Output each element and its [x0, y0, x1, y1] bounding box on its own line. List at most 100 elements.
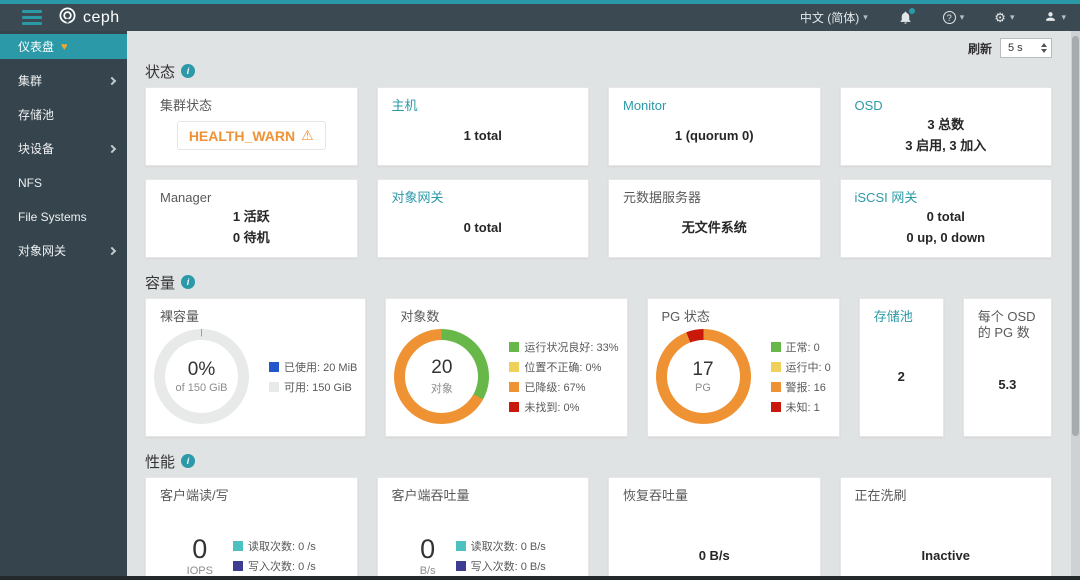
card-value: 无文件系统: [681, 219, 747, 235]
language-menu[interactable]: 中文 (简体) ▾: [800, 9, 868, 26]
section-title: 性能: [145, 453, 176, 471]
legend-label: 写入次数: 0 B/s: [470, 561, 546, 574]
monitor-card: Monitor 1 (quorum 0): [608, 87, 821, 166]
refresh-interval-select[interactable]: 5 s: [1000, 38, 1052, 58]
ceph-brand[interactable]: ceph: [58, 6, 120, 30]
card-title: 恢复吞吐量: [623, 488, 689, 503]
user-menu[interactable]: ▾: [1044, 10, 1066, 26]
warning-icon: ⚠: [301, 127, 314, 144]
sidebar-item-label: NFS: [18, 175, 42, 190]
sidebar-item-filesystems[interactable]: File Systems: [0, 204, 127, 229]
legend-swatch: [770, 361, 781, 372]
legend-label: 读取次数: 0 /s: [247, 541, 316, 554]
vertical-scrollbar[interactable]: [1071, 31, 1080, 576]
card-value: 0 total: [926, 209, 965, 225]
card-title: Manager: [160, 190, 212, 205]
legend-label: 位置不正确: 0%: [524, 361, 602, 374]
health-status-badge[interactable]: HEALTH_WARN ⚠: [176, 121, 326, 151]
donut-value: 0%: [187, 359, 216, 381]
monitor-link[interactable]: Monitor: [609, 88, 820, 114]
osd-link[interactable]: OSD: [841, 88, 1052, 114]
legend-label: 未找到: 0%: [524, 401, 580, 414]
help-menu[interactable]: ? ▾: [942, 11, 965, 24]
sidebar-item-cluster[interactable]: 集群: [0, 68, 127, 93]
status-section-header: 状态 i: [145, 61, 1052, 81]
health-status-text: HEALTH_WARN: [188, 127, 296, 144]
info-icon[interactable]: i: [181, 275, 196, 289]
info-icon[interactable]: i: [181, 64, 196, 78]
client-read-write-card: 客户端读/写 0 IOPS 读取次数: 0 /s 写入次数: 0 /s: [145, 477, 358, 580]
sidebar-item-object-gateway[interactable]: 对象网关: [0, 238, 127, 263]
card-value: 0 up, 0 down: [906, 229, 986, 245]
legend: 已使用: 20 MiB 可用: 150 GiB: [269, 359, 357, 395]
legend-label: 运行中: 0: [785, 361, 831, 374]
bell-icon: [898, 8, 915, 25]
legend-label: 警报: 16: [785, 381, 826, 394]
legend: 运行状况良好: 33% 位置不正确: 0% 已降级: 67% 未找到: 0%: [509, 339, 619, 415]
cluster-status-card: 集群状态 HEALTH_WARN ⚠: [145, 87, 358, 166]
card-value: 2: [897, 368, 905, 384]
legend-label: 正常: 0: [785, 341, 820, 354]
card-value: 5.3: [998, 376, 1017, 392]
donut-sublabel: 对象: [430, 383, 453, 396]
card-value: 3 总数: [927, 117, 965, 133]
card-value: Inactive: [921, 548, 970, 564]
client-throughput-card: 客户端吞吐量 0 B/s 读取次数: 0 B/s 写入次数: 0 B/s: [376, 477, 589, 580]
sidebar-item-pools[interactable]: 存储池: [0, 102, 127, 127]
card-title: 客户端吞吐量: [391, 488, 470, 503]
legend-swatch: [509, 341, 520, 352]
pg-status-donut-chart: 17 PG: [655, 329, 751, 425]
performance-section-header: 性能 i: [145, 451, 1052, 471]
question-icon: ?: [942, 11, 956, 24]
legend-swatch: [269, 381, 279, 392]
legend-swatch: [770, 401, 781, 412]
card-value: 1 total: [463, 127, 502, 143]
status-grid: 集群状态 HEALTH_WARN ⚠ 主机 1 total Monitor 1 …: [145, 87, 1052, 258]
donut-sublabel: PG: [695, 382, 711, 395]
hamburger-menu-icon[interactable]: [22, 10, 42, 25]
iscsi-gateway-link[interactable]: iSCSI 网关: [841, 180, 1052, 206]
sidebar-item-dashboard[interactable]: 仪表盘 ♥: [0, 34, 127, 59]
client-throughput-value: 0 B/s: [420, 534, 436, 577]
chevron-down-icon: ▾: [959, 12, 965, 22]
legend-swatch: [232, 541, 243, 552]
objects-card: 对象数 20 对象 运行状况良好: 33% 位置不正确: 0% 已降级: 67%…: [385, 298, 628, 437]
scrollbar-thumb[interactable]: [1072, 36, 1079, 436]
card-value: 3 启用, 3 加入: [905, 137, 987, 153]
hosts-card: 主机 1 total: [376, 87, 589, 166]
notification-badge: [908, 8, 915, 14]
sidebar-item-label: File Systems: [18, 209, 87, 224]
gear-icon: ⚙: [994, 9, 1006, 25]
object-gateway-link[interactable]: 对象网关: [378, 180, 589, 206]
card-title: 元数据服务器: [623, 190, 702, 205]
sidebar-item-block[interactable]: 块设备: [0, 136, 127, 161]
card-title: 每个 OSD 的 PG 数: [977, 309, 1036, 341]
raw-capacity-donut-chart: 0% of 150 GiB: [154, 329, 249, 425]
capacity-section-header: 容量 i: [145, 272, 1052, 292]
settings-menu[interactable]: ⚙ ▾: [994, 10, 1014, 26]
card-title: PG 状态: [661, 309, 710, 324]
sidebar-item-label: 仪表盘: [18, 40, 55, 54]
stepper-icon[interactable]: [1041, 43, 1047, 53]
client-iops-value: 0 IOPS: [187, 534, 213, 577]
iscsi-gateway-card: iSCSI 网关 0 total 0 up, 0 down: [839, 179, 1052, 258]
notifications-button[interactable]: [898, 8, 915, 25]
pools-link[interactable]: 存储池: [860, 299, 943, 325]
manager-card: Manager 1 活跃 0 待机: [145, 179, 358, 258]
legend-label: 已降级: 67%: [524, 381, 586, 394]
section-title: 状态: [145, 63, 176, 81]
health-heart-icon: ♥: [61, 40, 68, 53]
sidebar-item-label: 集群: [18, 74, 43, 88]
info-icon[interactable]: i: [181, 454, 196, 468]
sidebar: 仪表盘 ♥ 集群 存储池 块设备 NFS File Systems 对象网关: [0, 31, 127, 576]
legend: 读取次数: 0 B/s 写入次数: 0 B/s: [455, 538, 546, 574]
sidebar-item-label: 对象网关: [18, 244, 67, 258]
pg-status-card: PG 状态 17 PG 正常: 0 运行中: 0 警报: 16 未知: 1: [646, 298, 840, 437]
hosts-link[interactable]: 主机: [378, 88, 589, 114]
ceph-logo-icon: [58, 6, 77, 30]
recovery-throughput-card: 恢复吞吐量 0 B/s: [608, 477, 821, 580]
object-gateway-card: 对象网关 0 total: [376, 179, 589, 258]
legend-swatch: [770, 381, 781, 392]
legend-swatch: [455, 561, 466, 572]
sidebar-item-nfs[interactable]: NFS: [0, 170, 127, 195]
